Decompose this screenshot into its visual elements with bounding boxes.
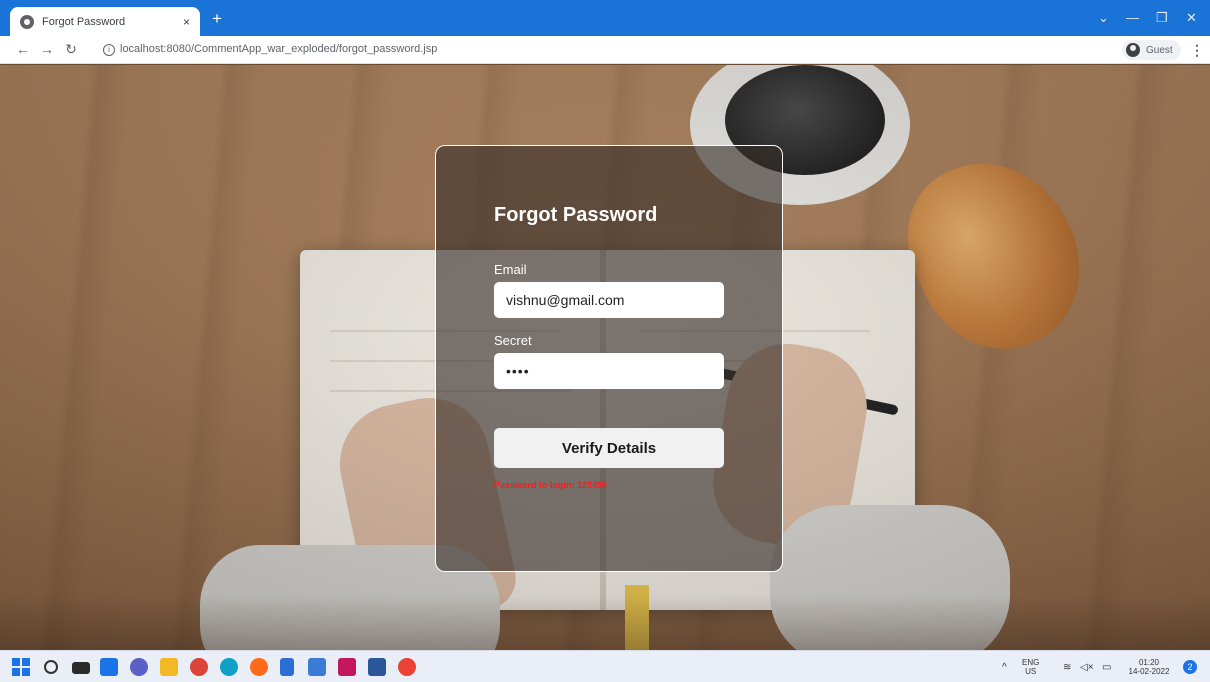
clock-date: 14-02-2022	[1128, 667, 1170, 676]
clock[interactable]: 01:20 14-02-2022	[1120, 658, 1178, 676]
search-icon[interactable]	[44, 660, 58, 674]
email-label: Email	[494, 262, 527, 277]
task-view-icon[interactable]	[72, 662, 90, 674]
reload-icon[interactable]: ↻	[62, 40, 80, 58]
forward-arrow-icon[interactable]: →	[38, 40, 56, 58]
secret-label: Secret	[494, 333, 532, 348]
chat-icon[interactable]	[130, 658, 148, 676]
secret-field[interactable]: ••••	[494, 353, 724, 389]
site-info-icon[interactable]: i	[103, 44, 115, 56]
notification-badge[interactable]: 2	[1183, 660, 1197, 674]
page-viewport: Forgot Password Email vishnu@gmail.com S…	[0, 65, 1210, 650]
address-bar-url[interactable]: localhost:8080/CommentApp_war_exploded/f…	[120, 43, 437, 55]
intellij-icon[interactable]	[338, 658, 356, 676]
form-title: Forgot Password	[494, 204, 658, 226]
widgets-icon[interactable]	[100, 658, 118, 676]
kebab-menu-icon[interactable]: ⋮	[1190, 42, 1204, 59]
browser-toolbar: ← → ↻ i localhost:8080/CommentApp_war_ex…	[0, 36, 1210, 64]
language-top: ENG	[1022, 658, 1040, 667]
language-indicator[interactable]: ENG US	[1022, 658, 1039, 676]
battery-icon[interactable]: ▭	[1102, 662, 1111, 673]
windows-taskbar: ^ ENG US ≋ ◁× ▭ 01:20 14-02-2022 2	[0, 650, 1210, 682]
tab-title: Forgot Password	[42, 15, 126, 28]
clock-time: 01:20	[1138, 658, 1160, 667]
volume-icon[interactable]: ◁×	[1080, 662, 1094, 673]
wifi-icon[interactable]: ≋	[1063, 662, 1071, 673]
word-icon[interactable]	[368, 658, 386, 676]
error-message: Password to login: 123456	[494, 480, 608, 490]
verify-details-button[interactable]: Verify Details	[494, 428, 724, 468]
profile-button[interactable]: Guest	[1122, 40, 1181, 60]
chrome-icon-2[interactable]	[398, 658, 416, 676]
language-bottom: US	[1025, 667, 1037, 676]
minimize-button[interactable]: —	[1126, 9, 1139, 27]
restore-button[interactable]: ❐	[1156, 9, 1168, 27]
browser-tab[interactable]: Forgot Password ×	[10, 7, 200, 36]
notepad-icon[interactable]	[280, 658, 294, 676]
profile-label: Guest	[1146, 44, 1173, 56]
chrome-icon[interactable]	[190, 658, 208, 676]
file-explorer-icon[interactable]	[160, 658, 178, 676]
back-arrow-icon[interactable]: ←	[14, 40, 32, 58]
chevron-up-icon[interactable]: ^	[1002, 662, 1007, 673]
globe-icon	[20, 14, 34, 29]
avatar-icon	[1126, 43, 1140, 57]
tab-close-icon[interactable]: ×	[183, 15, 190, 29]
email-field[interactable]: vishnu@gmail.com	[494, 282, 724, 318]
edge-icon[interactable]	[220, 658, 238, 676]
browser-tab-strip: Forgot Password × + ⌄ — ❐ ✕	[0, 0, 1210, 36]
new-tab-button[interactable]: +	[207, 9, 227, 29]
photos-icon[interactable]	[308, 658, 326, 676]
firefox-icon[interactable]	[250, 658, 268, 676]
close-window-button[interactable]: ✕	[1186, 9, 1197, 27]
forgot-password-card: Forgot Password Email vishnu@gmail.com S…	[435, 145, 783, 572]
windows-start-icon[interactable]	[12, 658, 30, 676]
tab-search-icon[interactable]: ⌄	[1098, 9, 1109, 27]
